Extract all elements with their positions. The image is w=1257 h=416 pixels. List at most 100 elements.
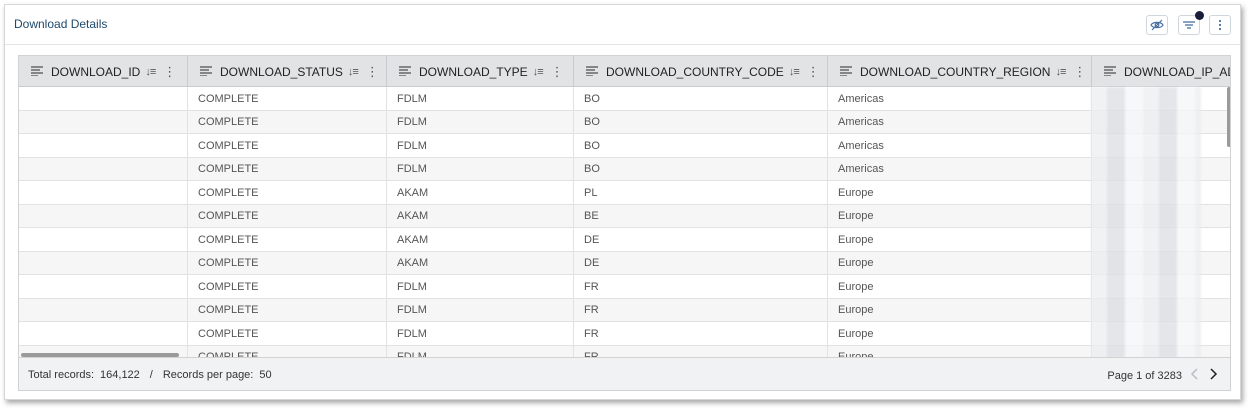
table-cell xyxy=(19,322,188,345)
table-cell: FDLM xyxy=(387,157,574,181)
table-cell: FR xyxy=(574,298,828,322)
column-options-icon[interactable]: ⋮ xyxy=(163,64,176,80)
table-cell xyxy=(19,251,188,275)
sort-icon[interactable]: ↓≡ xyxy=(145,66,156,78)
table-cell: FR xyxy=(574,275,828,298)
table-cell xyxy=(19,87,188,110)
column-header-6[interactable]: DOWNLOAD_IP_AD xyxy=(1092,56,1230,87)
table-cell: FDLM xyxy=(387,298,574,322)
table-cell: Europe xyxy=(828,322,1092,345)
column-header-2[interactable]: DOWNLOAD_STATUS ↓≡ ⋮ xyxy=(188,56,387,87)
table-cell: COMPLETE xyxy=(188,157,387,181)
vertical-scrollbar[interactable] xyxy=(1227,87,1230,147)
table-cell: AKAM xyxy=(387,204,574,228)
total-records-label: Total records: xyxy=(28,369,95,381)
table-row[interactable]: COMPLETE FDLM BO Americas xyxy=(19,134,1230,158)
column-options-icon[interactable]: ⋮ xyxy=(551,64,564,80)
column-label: DOWNLOAD_ID xyxy=(51,64,141,79)
sort-icon[interactable]: ↓≡ xyxy=(348,66,359,78)
table-cell xyxy=(19,181,188,204)
hide-columns-button[interactable] xyxy=(1146,15,1168,35)
pagination: Page 1 of 3283 xyxy=(1107,367,1218,384)
table-cell xyxy=(19,298,188,322)
table-cell: COMPLETE xyxy=(188,134,387,157)
records-per-page-label: Records per page: xyxy=(162,369,254,381)
table-cell: Europe xyxy=(828,181,1092,204)
column-label: DOWNLOAD_COUNTRY_CODE xyxy=(606,64,784,79)
table-row[interactable]: COMPLETE FDLM FR Europe xyxy=(19,298,1230,322)
grid-footer: Total records: 164,122 / Records per pag… xyxy=(18,357,1231,391)
column-menu-icon[interactable] xyxy=(1104,65,1116,79)
active-filter-indicator xyxy=(1195,11,1204,20)
table-row[interactable]: COMPLETE FDLM FR Europe xyxy=(19,275,1230,299)
filter-button[interactable] xyxy=(1178,11,1204,35)
table-cell: COMPLETE xyxy=(188,87,387,110)
table-cell: COMPLETE xyxy=(188,275,387,298)
column-header-5[interactable]: DOWNLOAD_COUNTRY_REGION ↓≡ ⋮ xyxy=(828,56,1092,87)
column-label: DOWNLOAD_TYPE xyxy=(419,64,528,79)
table-cell: Americas xyxy=(828,157,1092,181)
download-details-grid: DOWNLOAD_ID ↓≡ ⋮ DOWNLOAD_STATUS ↓≡ ⋮ DOWNLOAD… xyxy=(18,55,1231,357)
column-menu-icon[interactable] xyxy=(200,65,212,79)
table-cell: COMPLETE xyxy=(188,298,387,322)
table-row[interactable]: COMPLETE AKAM DE Europe xyxy=(19,228,1230,252)
column-options-icon[interactable]: ⋮ xyxy=(366,64,379,80)
table-cell: Europe xyxy=(828,228,1092,251)
table-row[interactable]: COMPLETE AKAM BE Europe xyxy=(19,204,1230,228)
redacted-ip-column xyxy=(1091,87,1201,357)
chevron-left-icon xyxy=(1190,367,1200,384)
column-menu-icon[interactable] xyxy=(399,65,411,79)
table-row[interactable]: COMPLETE AKAM PL Europe xyxy=(19,181,1230,205)
table-cell: DE xyxy=(574,251,828,275)
table-cell: COMPLETE xyxy=(188,204,387,228)
column-menu-icon[interactable] xyxy=(586,65,598,79)
table-cell: Americas xyxy=(828,134,1092,157)
table-cell: COMPLETE xyxy=(188,181,387,204)
table-row[interactable]: COMPLETE AKAM DE Europe xyxy=(19,251,1230,275)
table-cell: PL xyxy=(574,181,828,204)
column-options-icon[interactable]: ⋮ xyxy=(807,64,820,80)
next-page-button[interactable] xyxy=(1208,367,1218,384)
table-cell xyxy=(19,110,188,134)
table-cell: FDLM xyxy=(387,134,574,157)
column-menu-icon[interactable] xyxy=(31,65,43,79)
chevron-right-icon xyxy=(1208,367,1218,384)
table-row[interactable]: COMPLETE FDLM FR Europe xyxy=(19,345,1230,357)
table-cell: BO xyxy=(574,87,828,110)
record-summary: Total records: 164,122 / Records per pag… xyxy=(28,369,272,381)
table-cell: BO xyxy=(574,110,828,134)
sort-icon[interactable]: ↓≡ xyxy=(533,66,544,78)
table-cell: FR xyxy=(574,345,828,357)
table-cell: BO xyxy=(574,157,828,181)
table-row[interactable]: COMPLETE FDLM BO Americas xyxy=(19,157,1230,181)
table-cell xyxy=(19,134,188,157)
column-header-1[interactable]: DOWNLOAD_ID ↓≡ ⋮ xyxy=(19,56,188,87)
table-cell: COMPLETE xyxy=(188,110,387,134)
previous-page-button[interactable] xyxy=(1190,367,1200,384)
sort-icon[interactable]: ↓≡ xyxy=(1055,66,1066,78)
column-header-4[interactable]: DOWNLOAD_COUNTRY_CODE ↓≡ ⋮ xyxy=(574,56,828,87)
panel-title: Download Details xyxy=(14,17,108,31)
table-row[interactable]: COMPLETE FDLM BO Americas xyxy=(19,110,1230,134)
table-cell: AKAM xyxy=(387,251,574,275)
table-cell: Europe xyxy=(828,275,1092,298)
records-per-page-value[interactable]: 50 xyxy=(259,369,271,381)
page-indicator: Page 1 of 3283 xyxy=(1107,369,1182,382)
table-row[interactable]: COMPLETE FDLM BO Americas xyxy=(19,87,1230,111)
column-header-3[interactable]: DOWNLOAD_TYPE ↓≡ ⋮ xyxy=(387,56,574,87)
table-cell: DE xyxy=(574,228,828,251)
more-options-button[interactable] xyxy=(1209,15,1231,35)
table-cell: COMPLETE xyxy=(188,345,387,357)
table-cell: Europe xyxy=(828,204,1092,228)
grid-header: DOWNLOAD_ID ↓≡ ⋮ DOWNLOAD_STATUS ↓≡ ⋮ DOWNLOAD… xyxy=(19,56,1230,87)
column-options-icon[interactable]: ⋮ xyxy=(1073,64,1086,80)
table-cell xyxy=(19,157,188,181)
sort-icon[interactable]: ↓≡ xyxy=(789,66,800,78)
separator: / xyxy=(149,369,153,381)
column-label: DOWNLOAD_COUNTRY_REGION xyxy=(860,64,1051,79)
column-menu-icon[interactable] xyxy=(840,65,852,79)
more-vertical-icon xyxy=(1218,19,1222,31)
table-row[interactable]: COMPLETE FDLM FR Europe xyxy=(19,322,1230,346)
table-cell: FDLM xyxy=(387,322,574,345)
table-cell: Europe xyxy=(828,345,1092,357)
